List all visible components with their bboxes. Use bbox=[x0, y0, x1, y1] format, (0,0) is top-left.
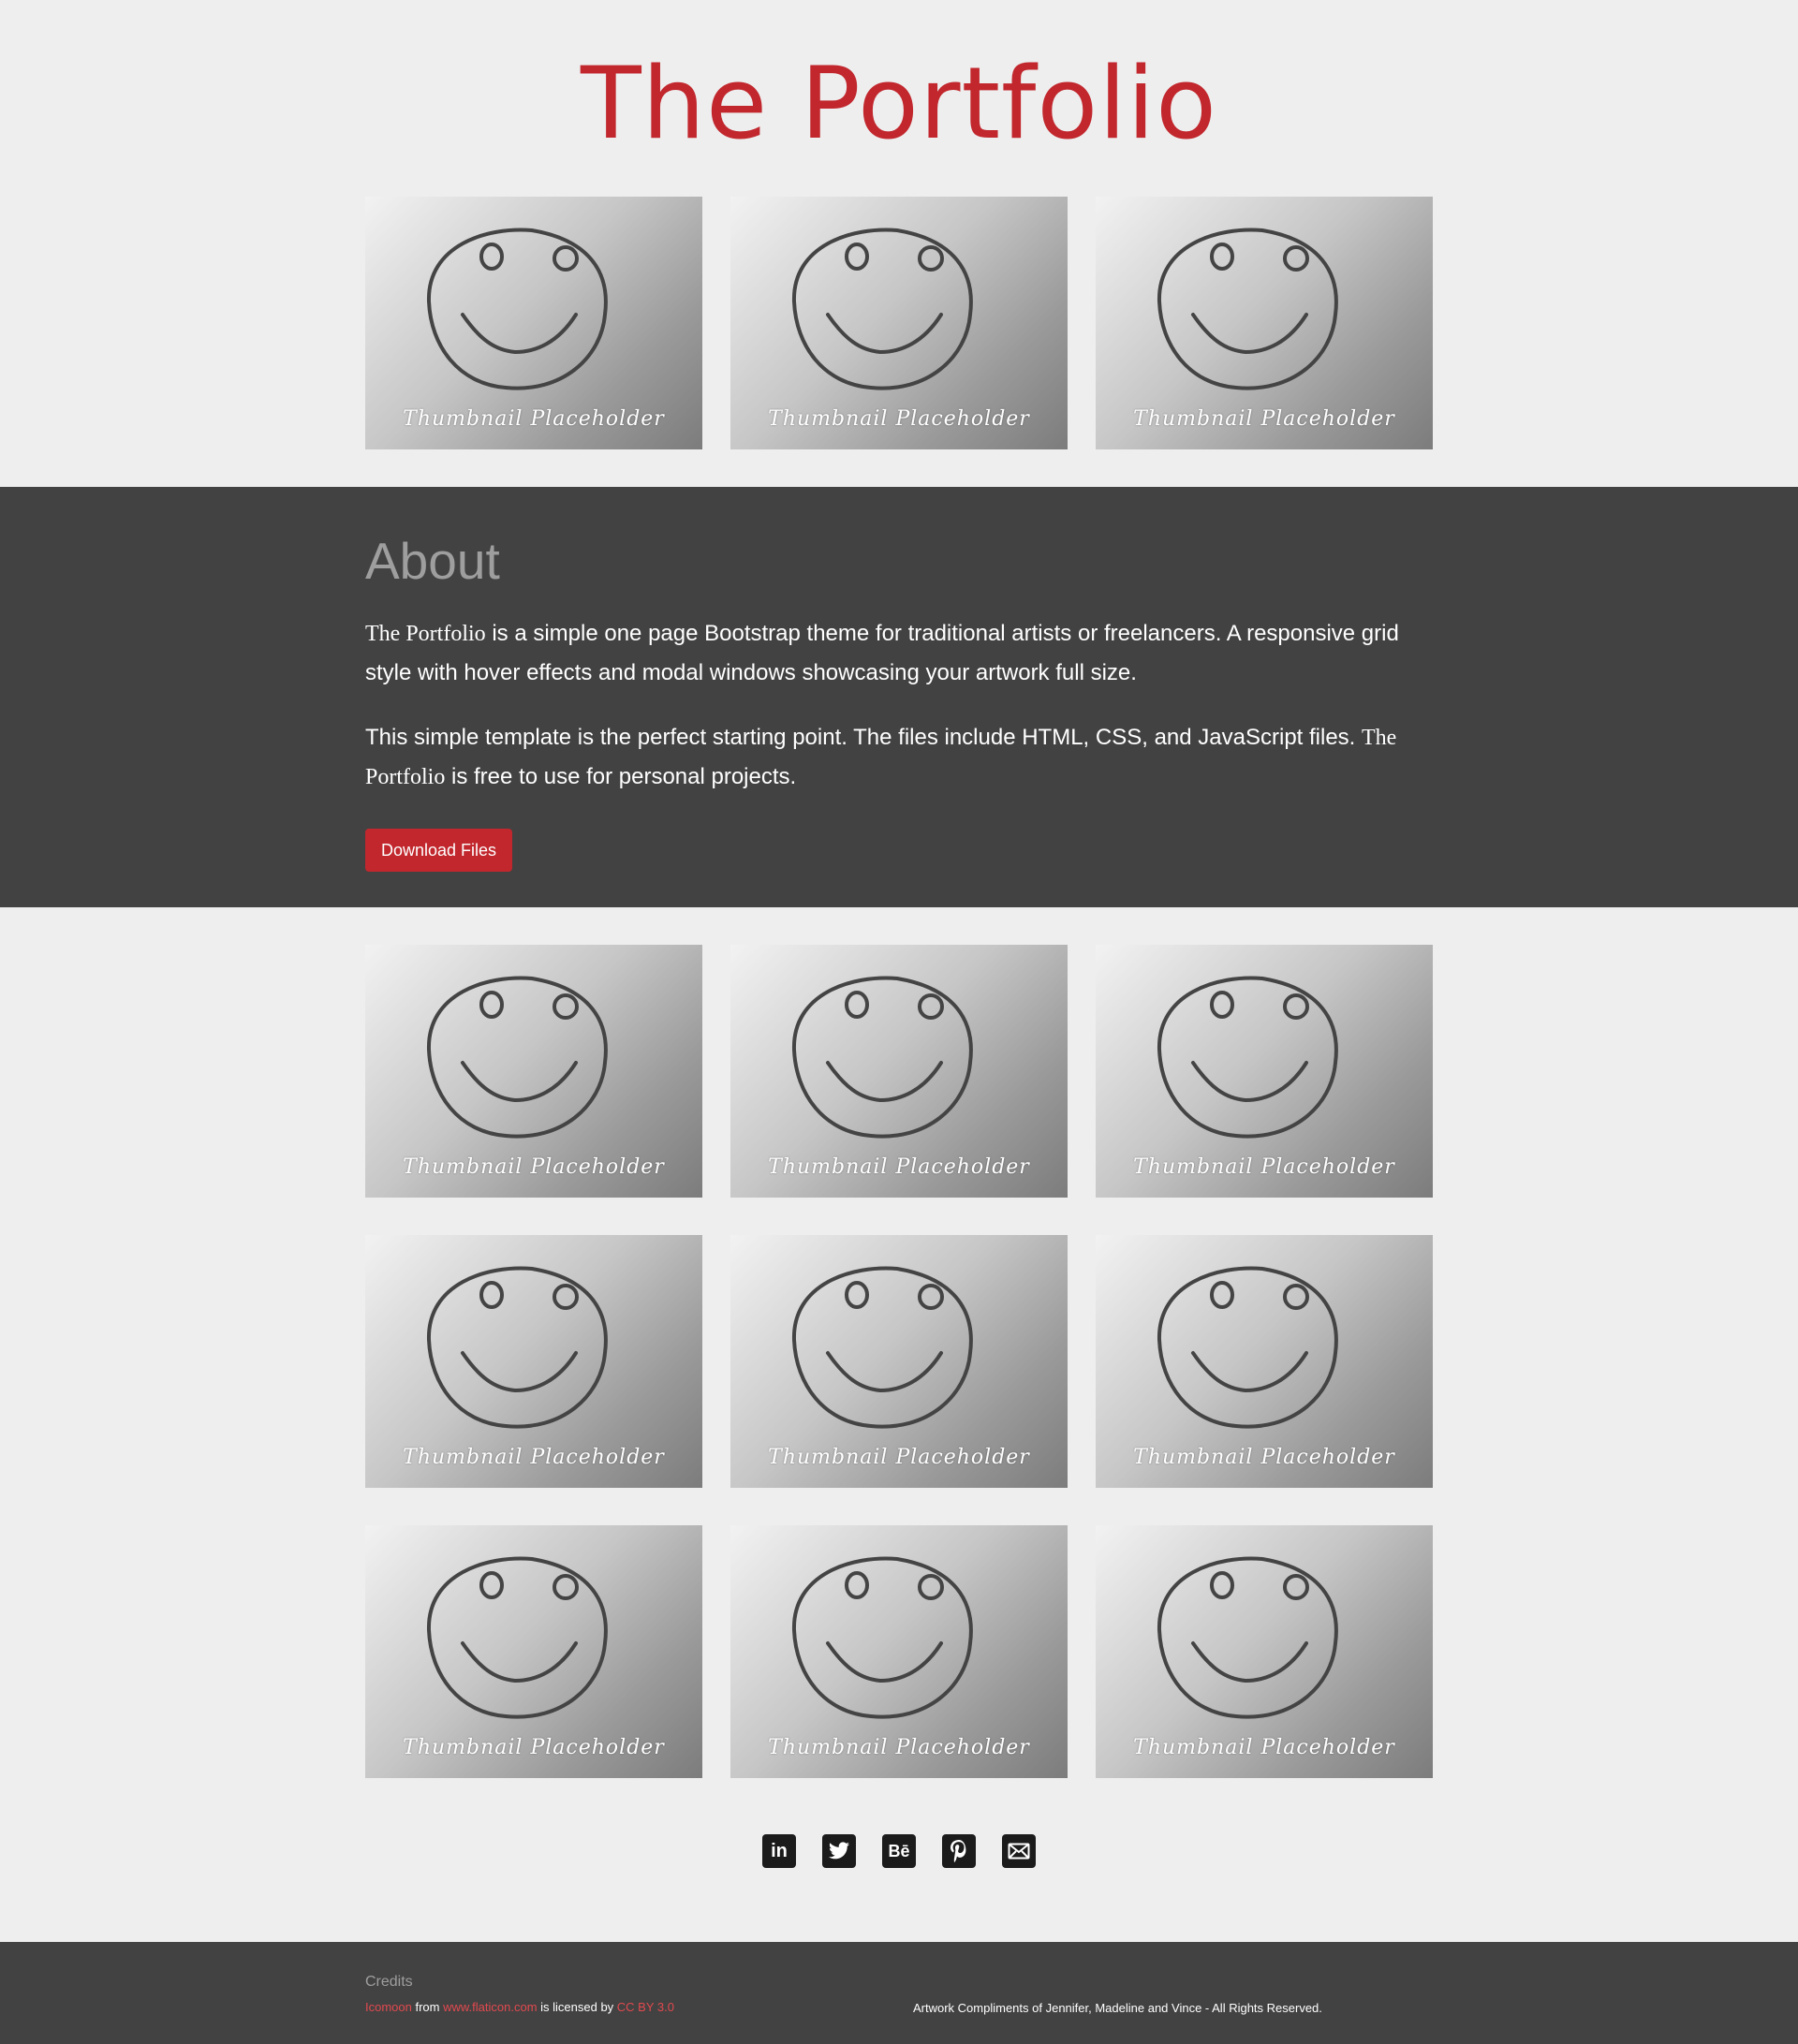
social-links: in Bē bbox=[0, 1834, 1798, 1868]
pinterest-icon[interactable] bbox=[942, 1834, 976, 1868]
mail-icon[interactable] bbox=[1002, 1834, 1036, 1868]
thumbnail[interactable]: Thumbnail Placeholder bbox=[365, 945, 702, 1198]
thumbnail[interactable]: Thumbnail Placeholder bbox=[365, 1235, 702, 1488]
about-heading: About bbox=[365, 532, 500, 590]
credits-text: from bbox=[411, 2000, 444, 2014]
thumbnail-row: Thumbnail Placeholder Thumbnail Placehol… bbox=[365, 945, 1433, 1198]
thumbnail[interactable]: Thumbnail Placeholder bbox=[1096, 945, 1433, 1198]
envelope-icon bbox=[1008, 1843, 1030, 1860]
thumbnail-caption: Thumbnail Placeholder bbox=[1133, 407, 1395, 431]
about-text: This simple template is the perfect star… bbox=[365, 725, 1363, 750]
thumbnail-caption: Thumbnail Placeholder bbox=[1133, 1446, 1395, 1469]
thumbnail-row: Thumbnail Placeholder Thumbnail Placehol… bbox=[365, 1525, 1433, 1778]
thumbnail[interactable]: Thumbnail Placeholder bbox=[365, 1525, 702, 1778]
pinterest-p-icon bbox=[951, 1840, 966, 1863]
behance-icon[interactable]: Bē bbox=[882, 1834, 916, 1868]
thumbnail-caption: Thumbnail Placeholder bbox=[1133, 1155, 1395, 1179]
twitter-bird-icon bbox=[829, 1842, 849, 1860]
thumbnail-row: Thumbnail Placeholder Thumbnail Placehol… bbox=[365, 197, 1433, 449]
site-title: The Portfolio bbox=[581, 46, 1217, 161]
thumbnail[interactable]: Thumbnail Placeholder bbox=[1096, 1525, 1433, 1778]
thumbnail-caption: Thumbnail Placeholder bbox=[768, 1446, 1030, 1469]
about-paragraph: This simple template is the perfect star… bbox=[365, 718, 1405, 797]
credits-heading: Credits bbox=[365, 1974, 413, 1990]
thumbnail-caption: Thumbnail Placeholder bbox=[1133, 1736, 1395, 1759]
about-section: About The Portfolio is a simple one page… bbox=[0, 487, 1798, 907]
thumbnail-caption: Thumbnail Placeholder bbox=[768, 1155, 1030, 1179]
site-footer: Credits Icomoon from www.flaticon.com is… bbox=[0, 1942, 1798, 2044]
thumbnail-caption: Thumbnail Placeholder bbox=[768, 1736, 1030, 1759]
credits-text: is licensed by bbox=[537, 2000, 617, 2014]
thumbnail[interactable]: Thumbnail Placeholder bbox=[730, 1525, 1068, 1778]
about-text: is free to use for personal projects. bbox=[445, 764, 797, 789]
behance-glyph: Bē bbox=[888, 1841, 910, 1860]
top-thumbnails: Thumbnail Placeholder Thumbnail Placehol… bbox=[0, 187, 1798, 449]
twitter-icon[interactable] bbox=[822, 1834, 856, 1868]
thumbnail-row: Thumbnail Placeholder Thumbnail Placehol… bbox=[365, 1235, 1433, 1488]
copyright-notice: Artwork Compliments of Jennifer, Madelin… bbox=[913, 2001, 1322, 2015]
thumbnail-caption: Thumbnail Placeholder bbox=[403, 1446, 665, 1469]
site-header: The Portfolio bbox=[0, 0, 1798, 187]
license-link[interactable]: CC BY 3.0 bbox=[617, 2000, 674, 2014]
brand-name: The Portfolio bbox=[365, 622, 486, 646]
icomoon-link[interactable]: Icomoon bbox=[365, 2000, 412, 2014]
about-paragraph: The Portfolio is a simple one page Boots… bbox=[365, 614, 1405, 692]
thumbnail[interactable]: Thumbnail Placeholder bbox=[1096, 1235, 1433, 1488]
download-files-button[interactable]: Download Files bbox=[365, 829, 513, 872]
thumbnail[interactable]: Thumbnail Placeholder bbox=[730, 1235, 1068, 1488]
credits-line: Icomoon from www.flaticon.com is license… bbox=[365, 2000, 674, 2014]
thumbnail-caption: Thumbnail Placeholder bbox=[403, 1736, 665, 1759]
about-text: is a simple one page Bootstrap theme for… bbox=[365, 621, 1399, 685]
flaticon-link[interactable]: www.flaticon.com bbox=[443, 2000, 537, 2014]
thumbnail[interactable]: Thumbnail Placeholder bbox=[730, 197, 1068, 449]
linkedin-glyph: in bbox=[771, 1840, 788, 1861]
thumbnail[interactable]: Thumbnail Placeholder bbox=[730, 945, 1068, 1198]
linkedin-icon[interactable]: in bbox=[762, 1834, 796, 1868]
thumbnail-caption: Thumbnail Placeholder bbox=[403, 407, 665, 431]
gallery: Thumbnail Placeholder Thumbnail Placehol… bbox=[0, 907, 1798, 1778]
thumbnail[interactable]: Thumbnail Placeholder bbox=[365, 197, 702, 449]
thumbnail-caption: Thumbnail Placeholder bbox=[403, 1155, 665, 1179]
thumbnail-caption: Thumbnail Placeholder bbox=[768, 407, 1030, 431]
thumbnail[interactable]: Thumbnail Placeholder bbox=[1096, 197, 1433, 449]
